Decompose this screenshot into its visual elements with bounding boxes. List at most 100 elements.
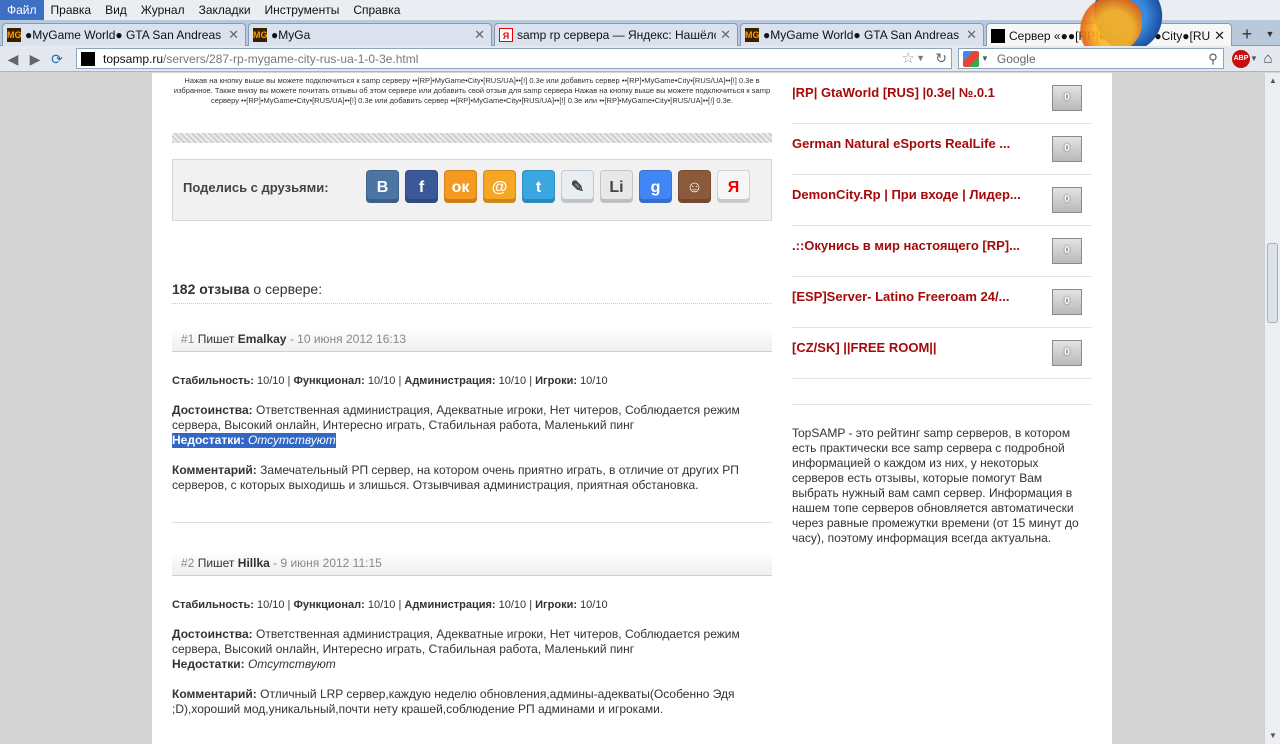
share-liveinternet-icon[interactable]: Li	[600, 170, 633, 203]
adblock-chevron-icon[interactable]: ▼	[1250, 50, 1258, 68]
review-cons: Недостатки: Отсутствуют	[172, 657, 336, 672]
close-tab-icon[interactable]: ✕	[1214, 28, 1225, 44]
site-identity-icon[interactable]	[81, 51, 95, 66]
rating-label: Администрация:	[404, 599, 496, 611]
rating-value: 10/10	[367, 599, 396, 611]
tab-4[interactable]: MG ●MyGame World● GTA San Andreas Mul...…	[740, 23, 984, 46]
sidebar-server-item: DemonCity.Rp | При входе | Лидер... 0	[792, 175, 1092, 226]
share-box: Поделись с друзьями: Вf ок @ t ✎ Li g ☺ Я	[172, 159, 772, 221]
page-scrollbar[interactable]: ▲ ▼	[1264, 73, 1280, 744]
sidebar-server-item: German Natural eSports RealLife ... 0	[792, 124, 1092, 175]
menu-bar: Файл Правка Вид Журнал Закладки Инструме…	[0, 0, 1280, 20]
menu-help[interactable]: Справка	[346, 0, 407, 20]
bookmark-star-icon[interactable]: ☆	[902, 49, 915, 68]
address-bar[interactable]: topsamp.ru /servers/287-rp-mygame-city-r…	[76, 48, 952, 69]
review-comment: Комментарий: Замечательный РП сервер, на…	[172, 463, 772, 493]
adblock-plus-icon[interactable]: ABP	[1232, 50, 1250, 68]
review-author[interactable]: Emalkay	[238, 332, 287, 346]
scroll-down-arrow-icon[interactable]: ▼	[1265, 728, 1280, 744]
review-comment: Комментарий: Отличный LRP сервер,каждую …	[172, 687, 772, 717]
close-tab-icon[interactable]: ✕	[228, 27, 239, 43]
sidebar-server-item: .::Окунись в мир настоящего [RP]... 0	[792, 226, 1092, 277]
rating-value: 10/10	[498, 375, 527, 387]
menu-view[interactable]: Вид	[98, 0, 134, 20]
search-engine-chevron-icon[interactable]: ▼	[981, 54, 989, 63]
tab-1[interactable]: MG ●MyGame World● GTA San Andreas Mul...…	[2, 23, 246, 46]
google-icon[interactable]	[963, 50, 979, 67]
server-link[interactable]: .::Окунись в мир настоящего [RP]...	[792, 238, 1020, 253]
tab-3[interactable]: Я samp rp сервера — Яндекс: Нашёлся ... …	[494, 23, 738, 46]
forward-arrow-icon[interactable]: ▶	[26, 50, 44, 68]
home-icon[interactable]: ⌂	[1259, 50, 1277, 68]
server-link[interactable]: German Natural eSports RealLife ...	[792, 136, 1010, 151]
vote-button[interactable]: 0	[1052, 187, 1082, 213]
comment-label: Комментарий:	[172, 687, 257, 701]
review-separator	[172, 522, 772, 523]
tab-title: ●MyGa	[271, 28, 311, 42]
rating-value: 10/10	[256, 375, 285, 387]
close-tab-icon[interactable]: ✕	[966, 27, 977, 43]
menu-edit[interactable]: Правка	[44, 0, 99, 20]
share-vkontakte-icon[interactable]: В	[366, 170, 399, 203]
tab-title: ●MyGame World● GTA San Andreas Mul...	[763, 28, 962, 42]
pros-text: Ответственная администрация, Адекватные …	[172, 403, 740, 432]
close-tab-icon[interactable]: ✕	[474, 27, 485, 43]
cons-label: Недостатки:	[172, 657, 245, 671]
share-mailru-icon[interactable]: @	[483, 170, 516, 203]
scroll-up-arrow-icon[interactable]: ▲	[1265, 73, 1280, 89]
share-facebook-icon[interactable]: f	[405, 170, 438, 203]
tab-title: samp rp сервера — Яндекс: Нашёлся ...	[517, 28, 716, 42]
new-tab-button[interactable]: +	[1236, 24, 1258, 44]
cons-text: Отсутствуют	[247, 433, 336, 447]
history-icon[interactable]: ⟳	[48, 50, 66, 68]
tab-5-active[interactable]: Сервер «●●[RP]●MyGame●City●[RUS/UA... ✕	[986, 23, 1232, 47]
vote-button[interactable]: 0	[1052, 85, 1082, 111]
vote-button[interactable]: 0	[1052, 238, 1082, 264]
share-google-icon[interactable]: g	[639, 170, 672, 203]
review-header: #2 Пишет Hillka - 9 июня 2012 11:15	[172, 551, 772, 576]
share-yandex-icon[interactable]: Я	[717, 170, 750, 203]
review-cons-selected: Недостатки: Отсутствуют	[172, 433, 336, 448]
tab-bar: MG ●MyGame World● GTA San Andreas Mul...…	[0, 20, 1280, 47]
reload-icon[interactable]: ↻	[935, 49, 947, 68]
search-icon[interactable]: ⚲	[1203, 51, 1223, 67]
menu-tools[interactable]: Инструменты	[258, 0, 347, 20]
scrollbar-thumb[interactable]	[1267, 243, 1278, 323]
share-moikrug-icon[interactable]: ☺	[678, 170, 711, 203]
review-author[interactable]: Hillka	[238, 556, 270, 570]
tab-list-chevron-icon[interactable]: ▼	[1262, 24, 1278, 44]
server-link[interactable]: DemonCity.Rp | При входе | Лидер...	[792, 187, 1021, 202]
mygame-favicon-icon: MG	[253, 28, 268, 42]
close-tab-icon[interactable]: ✕	[720, 27, 731, 43]
server-link[interactable]: [ESP]Server- Latino Freeroam 24/...	[792, 289, 1009, 304]
rating-value: 10/10	[580, 375, 608, 387]
page-viewport: Нажав на кнопку выше вы можете подключит…	[0, 73, 1264, 744]
review-ratings: Стабильность: 10/10 | Функционал: 10/10 …	[172, 599, 608, 611]
url-path: /servers/287-rp-mygame-city-rus-ua-1-0-3…	[163, 51, 419, 66]
search-bar[interactable]: ▼ Google ⚲	[958, 48, 1224, 69]
vote-button[interactable]: 0	[1052, 136, 1082, 162]
search-input[interactable]: Google	[997, 52, 1203, 66]
review-pros: Достоинства: Ответственная администрация…	[172, 403, 772, 433]
rating-label: Функционал:	[293, 375, 365, 387]
share-twitter-icon[interactable]: t	[522, 170, 555, 203]
server-link[interactable]: |RP| GtaWorld [RUS] |0.3e| №.0.1	[792, 85, 995, 100]
tab-2[interactable]: MG ●MyGa ✕	[248, 23, 492, 46]
menu-bookmarks[interactable]: Закладки	[192, 0, 258, 20]
comment-text: Замечательный РП сервер, на котором очен…	[172, 463, 739, 492]
server-link[interactable]: [CZ/SK] ||FREE ROOM||	[792, 340, 937, 355]
back-arrow-icon[interactable]: ◀	[4, 50, 22, 68]
navigation-bar: ◀ ▶ ⟳ topsamp.ru /servers/287-rp-mygame-…	[0, 46, 1280, 72]
server-intro-text: Нажав на кнопку выше вы можете подключит…	[173, 76, 771, 105]
menu-file[interactable]: Файл	[0, 0, 44, 20]
site-favicon-icon	[991, 28, 1005, 43]
reviews-heading: 182 отзыва о сервере:	[172, 281, 772, 304]
share-livejournal-icon[interactable]: ✎	[561, 170, 594, 203]
about-topsamp-text: TopSAMP - это рейтинг samp серверов, в к…	[792, 426, 1079, 545]
vote-button[interactable]: 0	[1052, 289, 1082, 315]
share-odnoklassniki-icon[interactable]: ок	[444, 170, 477, 203]
comment-label: Комментарий:	[172, 463, 257, 477]
url-history-chevron-icon[interactable]: ▼	[916, 49, 925, 68]
menu-history[interactable]: Журнал	[134, 0, 192, 20]
vote-button[interactable]: 0	[1052, 340, 1082, 366]
